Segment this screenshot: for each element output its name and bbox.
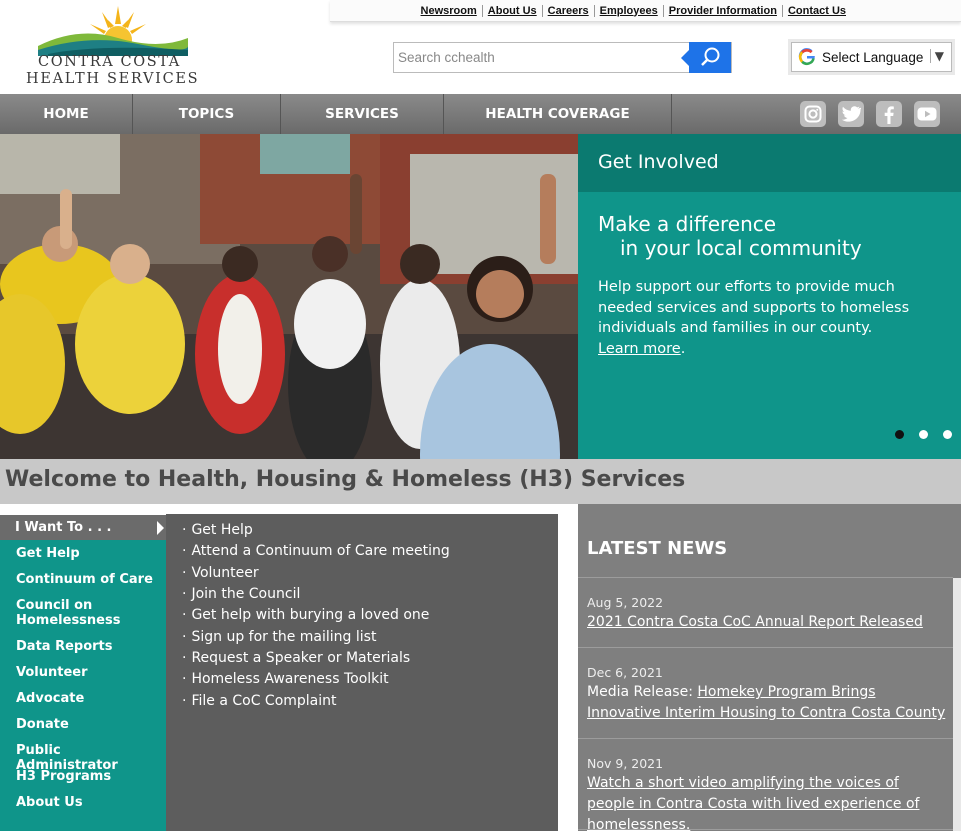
search-input[interactable] (394, 43, 690, 72)
sidebar-item-get-help[interactable]: Get Help (16, 546, 80, 561)
want-item-volunteer[interactable]: Volunteer (182, 565, 258, 581)
youtube-icon[interactable] (914, 101, 940, 127)
divider (578, 647, 953, 648)
sun-hills-logo-icon (38, 6, 188, 56)
sidebar-item-advocate[interactable]: Advocate (16, 691, 84, 706)
cchs-logo[interactable]: CONTRA COSTA HEALTH SERVICES (24, 4, 199, 90)
sidebar-item-about-us[interactable]: About Us (16, 795, 83, 810)
news-item: Media Release: Homekey Program Brings In… (587, 682, 947, 724)
hero-line2: in your local community (620, 236, 862, 260)
carousel-dot-3[interactable] (943, 430, 952, 439)
link-careers[interactable]: Careers (541, 4, 594, 17)
learn-more-link[interactable]: Learn more (598, 341, 681, 357)
news-scrollbar[interactable] (953, 578, 961, 831)
google-icon (798, 48, 815, 66)
get-involved-panel: Get Involved Make a difference in your l… (578, 134, 961, 459)
search-button[interactable] (681, 42, 731, 73)
sidebar-item-h3-programs[interactable]: H3 Programs (16, 769, 111, 784)
carousel-dot-1[interactable] (895, 430, 904, 439)
i-want-to-panel: Get Help Attend a Continuum of Care meet… (166, 514, 558, 831)
logo-line2: HEALTH SERVICES (26, 71, 200, 87)
hero-photo (0, 134, 578, 459)
instagram-icon[interactable] (800, 101, 826, 127)
nav-topics[interactable]: TOPICS (133, 94, 281, 134)
link-newsroom[interactable]: Newsroom (416, 5, 482, 17)
search-box (393, 42, 732, 73)
news-link[interactable]: Watch a short video amplifying the voice… (587, 775, 919, 831)
news-date: Nov 9, 2021 (587, 756, 664, 771)
language-select[interactable]: Select Language ▼ (791, 42, 952, 72)
page: CONTRA COSTA HEALTH SERVICES Newsroom Ab… (0, 0, 961, 831)
link-contact-us[interactable]: Contact Us (781, 4, 851, 17)
want-item-get-help[interactable]: Get Help (182, 522, 252, 538)
main-nav: HOME TOPICS SERVICES HEALTH COVERAGE (0, 94, 961, 134)
utility-links: Newsroom About Us Careers Employees Prov… (330, 0, 961, 22)
hero-body-text: Help support our efforts to provide much… (598, 279, 910, 336)
news-link[interactable]: 2021 Contra Costa CoC Annual Report Rele… (587, 614, 923, 630)
want-item-join-council[interactable]: Join the Council (182, 586, 300, 602)
sidebar: I Want To . . . Get Help Continuum of Ca… (0, 514, 166, 831)
dropdown-arrow-icon: ▼ (929, 49, 944, 63)
want-item-complaint[interactable]: File a CoC Complaint (182, 693, 336, 709)
divider (578, 738, 953, 739)
want-item-attend-coc-meeting[interactable]: Attend a Continuum of Care meeting (182, 543, 449, 559)
logo-line1: CONTRA COSTA (38, 54, 181, 70)
i-want-to-heading[interactable]: I Want To . . . (0, 514, 166, 540)
news-date: Dec 6, 2021 (587, 665, 663, 680)
news-prefix: Media Release: (587, 684, 698, 700)
sidebar-item-continuum-of-care[interactable]: Continuum of Care (16, 572, 153, 587)
page-title: Welcome to Health, Housing & Homeless (H… (0, 459, 961, 504)
nav-health-coverage[interactable]: HEALTH COVERAGE (444, 94, 672, 134)
twitter-icon[interactable] (838, 101, 864, 127)
latest-news: LATEST NEWS Aug 5, 2022 2021 Contra Cost… (578, 504, 961, 831)
want-item-burying[interactable]: Get help with burying a loved one (182, 607, 429, 623)
language-label: Select Language (822, 49, 924, 65)
latest-news-heading: LATEST NEWS (587, 538, 728, 559)
spacer (0, 504, 578, 514)
nav-services[interactable]: SERVICES (281, 94, 444, 134)
want-item-mailing-list[interactable]: Sign up for the mailing list (182, 629, 376, 645)
sidebar-item-data-reports[interactable]: Data Reports (16, 639, 113, 654)
link-employees[interactable]: Employees (593, 4, 663, 17)
sidebar-item-donate[interactable]: Donate (16, 717, 69, 732)
news-date: Aug 5, 2022 (587, 595, 664, 610)
facebook-icon[interactable] (876, 101, 902, 127)
nav-home[interactable]: HOME (0, 94, 133, 134)
hero-line1: Make a difference (598, 212, 777, 236)
want-item-toolkit[interactable]: Homeless Awareness Toolkit (182, 671, 388, 687)
link-about-us[interactable]: About Us (481, 4, 542, 17)
want-item-speaker[interactable]: Request a Speaker or Materials (182, 650, 410, 666)
divider (578, 577, 953, 578)
carousel-dot-2[interactable] (919, 430, 928, 439)
news-item: Watch a short video amplifying the voice… (587, 773, 947, 831)
hero-body: Help support our efforts to provide much… (598, 277, 948, 359)
link-provider-information[interactable]: Provider Information (662, 4, 782, 17)
divider (578, 829, 953, 830)
news-item: 2021 Contra Costa CoC Annual Report Rele… (587, 612, 947, 633)
sidebar-item-council-on-homelessness[interactable]: Council on Homelessness (16, 598, 126, 628)
search-icon (701, 47, 720, 66)
get-involved-heading: Get Involved (578, 134, 961, 192)
sidebar-item-volunteer[interactable]: Volunteer (16, 665, 88, 680)
hero-period: . (680, 340, 686, 357)
